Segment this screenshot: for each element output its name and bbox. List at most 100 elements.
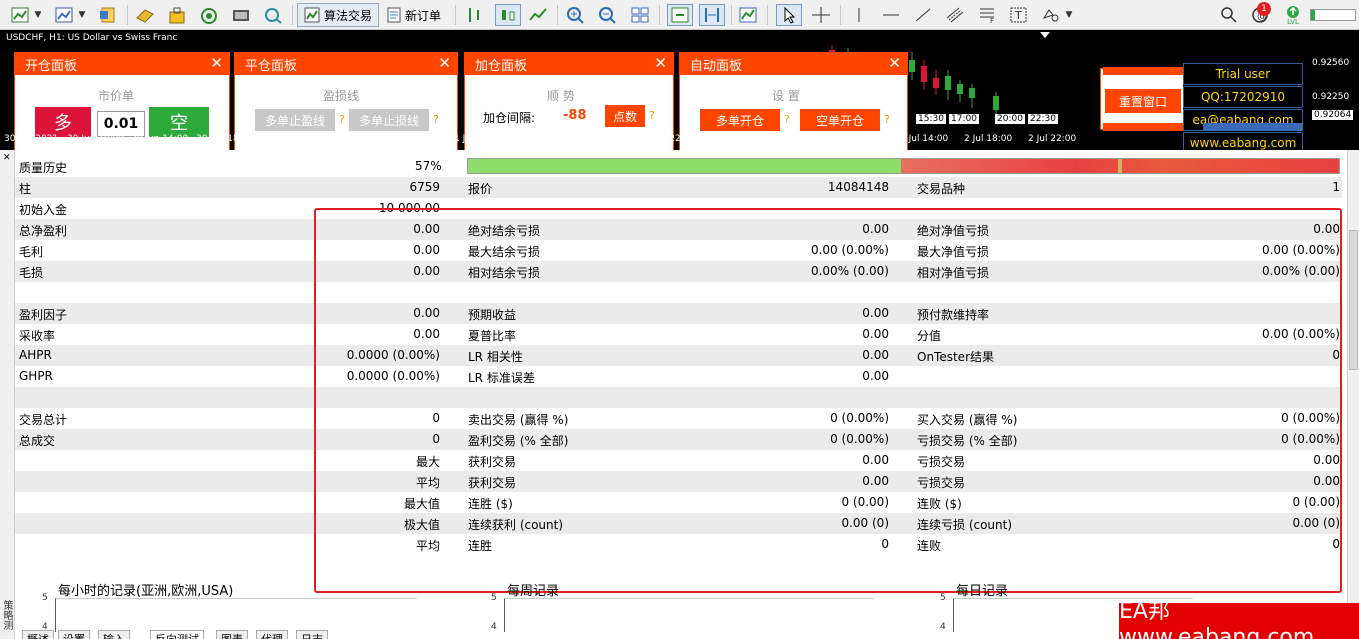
stat-value: 0 (0.00%)	[1281, 432, 1340, 446]
market-watch-icon[interactable]	[134, 4, 156, 26]
help-icon[interactable]: ?	[884, 113, 890, 126]
algo-trading-button[interactable]: 算法交易	[297, 3, 380, 27]
zoom-out-icon[interactable]	[597, 4, 619, 26]
time-label: 2 Jul 14:00	[900, 134, 949, 144]
chevron-down-icon[interactable]: ▼	[33, 4, 43, 26]
close-icon[interactable]: ✕	[438, 54, 451, 72]
chevron-down-icon[interactable]: ▼	[77, 4, 87, 26]
profiles-icon[interactable]	[54, 4, 76, 26]
tab-settings[interactable]: 设置	[58, 630, 90, 639]
navigator-icon[interactable]	[198, 4, 220, 26]
close-icon[interactable]: ✕	[654, 54, 667, 72]
add-panel-title: 加仓面板	[475, 58, 528, 74]
notifications-icon[interactable]: @ 1	[1247, 2, 1275, 26]
current-price-label: 0.92064	[1312, 110, 1354, 120]
help-icon[interactable]: ?	[339, 113, 345, 126]
stat-label: 相对净值亏损	[917, 266, 990, 280]
reset-window-button[interactable]: 重置窗口	[1105, 89, 1181, 113]
auto-sell-button[interactable]: 空单开仓	[800, 109, 880, 131]
bar-chart-icon[interactable]	[463, 4, 485, 26]
stat-label: 绝对结余亏损	[468, 224, 541, 238]
trendline-icon[interactable]	[912, 4, 934, 26]
long-take-profit-button[interactable]: 多单止盈线	[255, 109, 335, 131]
tab-inputs[interactable]: 输入	[98, 630, 130, 639]
hourly-graph-title: 每小时的记录(亚洲,欧洲,USA)	[58, 584, 234, 599]
time-label: 30 Jun 2021	[4, 134, 59, 144]
vertical-line-icon[interactable]	[848, 4, 870, 26]
stat-value: 0.00	[413, 243, 440, 257]
auto-scroll-icon[interactable]	[667, 4, 693, 26]
stat-label: 买入交易 (赢得 %)	[917, 413, 1018, 427]
close-icon[interactable]: ✕	[210, 54, 223, 72]
stat-label: 连胜 ($)	[468, 497, 513, 511]
weekly-graph-title: 每周记录	[507, 584, 560, 599]
report-row: 盈利因子 0.00 预期收益 0.00 预付款维持率	[15, 303, 1342, 324]
stat-label: 初始入金	[19, 203, 68, 217]
crosshair-icon[interactable]	[810, 4, 832, 26]
fibonacci-icon[interactable]: F	[976, 4, 998, 26]
stat-label: LR 相关性	[468, 350, 523, 364]
points-button[interactable]: 点数	[605, 105, 645, 127]
help-icon[interactable]: ?	[433, 113, 439, 126]
stat-value: 0 (0.00)	[841, 495, 889, 509]
indicators-icon[interactable]	[737, 4, 759, 26]
scroll-thumb[interactable]	[1349, 230, 1358, 370]
tile-windows-icon[interactable]	[629, 4, 651, 26]
stat-label: 相对结余亏损	[468, 266, 541, 280]
stat-value: 0.00	[862, 453, 889, 467]
candlestick-icon[interactable]	[495, 4, 521, 26]
strategy-tester-icon[interactable]	[262, 4, 284, 26]
stat-label: 获利交易	[468, 455, 517, 469]
help-icon[interactable]: ?	[649, 109, 655, 122]
new-chart-icon[interactable]	[10, 4, 32, 26]
lvl-icon[interactable]: LVL	[1281, 4, 1305, 26]
close-icon[interactable]: ✕	[3, 153, 11, 163]
tab-journal[interactable]: 日志	[296, 630, 328, 639]
chart-arrow-marker	[1040, 32, 1050, 38]
stat-value: 极大值	[403, 518, 440, 532]
new-order-button[interactable]: 新订单	[382, 3, 445, 27]
stat-value: 0	[1332, 348, 1340, 362]
report-row: 总净盈利 0.00 绝对结余亏损 0.00 绝对净值亏损 0.00	[15, 219, 1342, 240]
tab-graph[interactable]: 图表	[216, 630, 248, 639]
shapes-icon[interactable]	[1040, 4, 1062, 26]
long-stop-loss-button[interactable]: 多单止损线	[349, 109, 429, 131]
report-row: 平均 连胜 0 连败 0	[15, 534, 1342, 555]
data-window-icon[interactable]	[166, 4, 188, 26]
close-icon[interactable]: ✕	[888, 54, 901, 72]
terminal-icon[interactable]	[230, 4, 252, 26]
svg-text:T: T	[1014, 9, 1022, 22]
stat-value: 0.00	[1313, 474, 1340, 488]
auto-buy-button[interactable]: 多单开仓	[700, 109, 780, 131]
report-row	[15, 387, 1342, 408]
chevron-down-icon[interactable]: ▼	[1064, 4, 1074, 26]
chart-shift-icon[interactable]	[699, 4, 725, 26]
zoom-in-icon[interactable]	[565, 4, 587, 26]
stat-value: 0.00 (0)	[841, 516, 889, 530]
price-chart[interactable]: USDCHF, H1: US Dollar vs Swiss Franc 开仓面…	[0, 30, 1359, 150]
stat-label: 连续亏损 (count)	[917, 518, 1013, 532]
stat-label: 盈利因子	[19, 308, 68, 322]
tab-agents[interactable]: 代理	[256, 630, 288, 639]
search-icon[interactable]	[1218, 4, 1240, 26]
sell-button[interactable]: 空	[149, 107, 209, 137]
line-chart-icon[interactable]	[527, 4, 549, 26]
cursor-icon[interactable]	[776, 4, 802, 26]
tab-backtest[interactable]: 反向测试	[150, 630, 204, 639]
channel-icon[interactable]	[944, 4, 966, 26]
report-row: 平均 获利交易 0.00 亏损交易 0.00	[15, 471, 1342, 492]
help-icon[interactable]: ?	[784, 113, 790, 126]
templates-icon[interactable]	[97, 4, 119, 26]
vertical-scrollbar[interactable]	[1347, 150, 1359, 639]
text-icon[interactable]: T	[1008, 4, 1030, 26]
stat-value: 0 (0.00%)	[1281, 411, 1340, 425]
main-toolbar: ▼ ▼ 算法交易 新订单 F T ▼ @ 1 LVL	[0, 0, 1359, 30]
buy-button[interactable]: 多	[35, 107, 91, 137]
tab-overview[interactable]: 概述	[22, 630, 54, 639]
horizontal-line-icon[interactable]	[880, 4, 902, 26]
time-label: 30 Jun 10:00	[67, 134, 125, 144]
stat-label: 交易品种	[917, 182, 966, 196]
time-label: 1 Jul 10:00	[454, 134, 503, 144]
stat-value: 0.0000 (0.00%)	[346, 369, 440, 383]
add-interval-value[interactable]: -88	[563, 108, 587, 123]
